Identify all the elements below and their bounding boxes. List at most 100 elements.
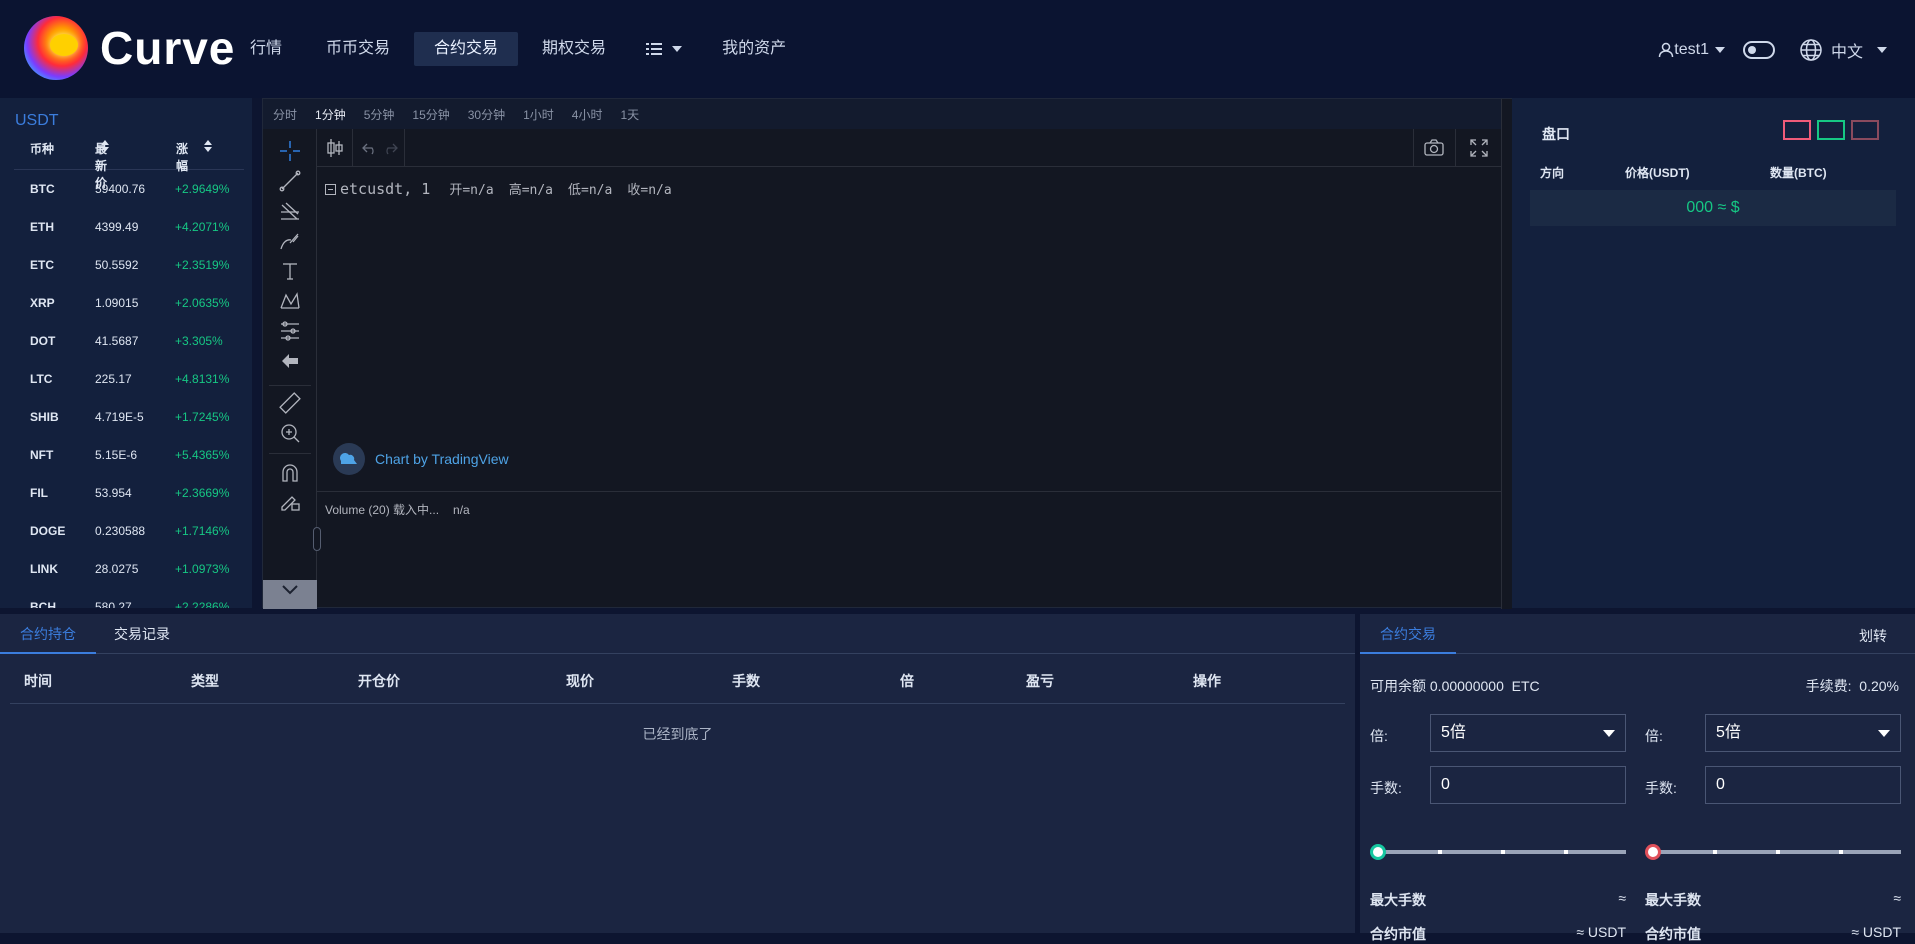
- market-row[interactable]: LINK 28.0275 +1.0973%: [0, 550, 252, 588]
- trend-line-icon[interactable]: [278, 169, 302, 193]
- tab-contract-positions[interactable]: 合约持仓: [0, 614, 96, 654]
- market-list: USDT 币种 最新价 涨幅 BTC 59400.76 +2.9649% ETH 439…: [0, 98, 252, 608]
- nav-item-contract[interactable]: 合约交易: [414, 32, 519, 66]
- change-header-label: 涨幅: [176, 142, 189, 173]
- brush-icon[interactable]: [278, 229, 302, 253]
- market-row[interactable]: XRP 1.09015 +2.0635%: [0, 284, 252, 322]
- legend-close: 收=n/a: [627, 183, 672, 198]
- text-tool-icon[interactable]: [278, 259, 302, 283]
- market-change: +4.2071%: [175, 220, 230, 234]
- legend-open: 开=n/a: [449, 183, 494, 198]
- quote-currency-tab[interactable]: USDT: [15, 112, 59, 130]
- logo[interactable]: Curve: [24, 16, 235, 80]
- market-row[interactable]: LTC 225.17 +4.8131%: [0, 360, 252, 398]
- camera-icon[interactable]: [1423, 138, 1445, 163]
- expand-toolbar-button[interactable]: [263, 580, 317, 609]
- market-price: 28.0275: [95, 562, 139, 576]
- market-row[interactable]: NFT 5.15E-6 +5.4365%: [0, 436, 252, 474]
- fullscreen-icon[interactable]: [1469, 138, 1489, 163]
- user-controls: test1 中文: [1658, 38, 1887, 62]
- slider-handle[interactable]: [1370, 844, 1386, 860]
- interval-5m[interactable]: 5分钟: [364, 106, 395, 123]
- chevron-down-icon: [1877, 47, 1887, 53]
- sell-amount-slider[interactable]: [1645, 844, 1901, 860]
- market-row[interactable]: SHIB 4.719E-5 +1.7245%: [0, 398, 252, 436]
- market-change: +2.3669%: [175, 486, 230, 500]
- positions-tabs: 合约持仓 交易记录: [0, 614, 1355, 654]
- ruler-icon[interactable]: [278, 391, 302, 415]
- market-row[interactable]: DOGE 0.230588 +1.7146%: [0, 512, 252, 550]
- collapse-toolbar-handle[interactable]: [313, 527, 321, 551]
- market-price: 4399.49: [95, 220, 139, 234]
- user-menu[interactable]: test1: [1658, 41, 1725, 59]
- sell-leverage-select[interactable]: 5倍: [1705, 714, 1901, 752]
- sell-lots-input[interactable]: 0: [1705, 766, 1901, 804]
- volume-label: Volume (20) 载入中...: [325, 503, 440, 517]
- book-view-both-icon[interactable]: [1783, 120, 1811, 140]
- nav-item-assets[interactable]: 我的资产: [702, 32, 806, 66]
- zoom-in-icon[interactable]: [278, 421, 302, 445]
- market-price: 53.954: [95, 486, 132, 500]
- buy-lots-input[interactable]: 0: [1430, 766, 1626, 804]
- buy-leverage-select[interactable]: 5倍: [1430, 714, 1626, 752]
- nav-item-options[interactable]: 期权交易: [522, 32, 626, 66]
- crosshair-icon[interactable]: [278, 139, 302, 163]
- tradingview-label: Chart by TradingView: [375, 451, 509, 467]
- chart-type-button[interactable]: [317, 129, 353, 167]
- brand-name: Curve: [100, 22, 236, 74]
- market-symbol: ETH: [30, 220, 54, 234]
- language-menu[interactable]: 中文: [1799, 38, 1887, 62]
- max-lots-row: 最大手数 ≈: [1645, 890, 1901, 910]
- interval-15m[interactable]: 15分钟: [412, 106, 449, 123]
- market-row[interactable]: BTC 59400.76 +2.9649%: [0, 170, 252, 208]
- book-view-toggles: [1783, 120, 1879, 140]
- market-row[interactable]: FIL 53.954 +2.3669%: [0, 474, 252, 512]
- market-price: 0.230588: [95, 524, 146, 538]
- buy-amount-slider[interactable]: [1370, 844, 1626, 860]
- book-view-asks-icon[interactable]: [1851, 120, 1879, 140]
- magnet-icon[interactable]: [278, 461, 302, 485]
- collapse-legend-icon[interactable]: [325, 184, 336, 195]
- market-value-row: 合约市值 ≈ USDT: [1645, 924, 1901, 944]
- market-row[interactable]: DOT 41.5687 +3.305%: [0, 322, 252, 360]
- available-balance: 可用余额 0.00000000 ETC: [1370, 676, 1540, 696]
- slider-handle[interactable]: [1645, 844, 1661, 860]
- legend-symbol: etcusdt, 1: [340, 180, 431, 198]
- side-column-header: 方向: [1540, 166, 1565, 180]
- market-change: +1.7146%: [175, 524, 230, 538]
- trade-panel: 合约交易 划转 可用余额 0.00000000 ETC 手续费: 0.20% 倍…: [1360, 614, 1915, 942]
- positions-table-header: 时间 类型 开仓价 现价 手数 倍 盈亏 操作: [10, 654, 1345, 704]
- chevron-down-icon: [672, 46, 683, 52]
- pattern-tool-icon[interactable]: [278, 289, 302, 313]
- interval-1h[interactable]: 1小时: [523, 106, 554, 123]
- market-row[interactable]: ETC 50.5592 +2.3519%: [0, 246, 252, 284]
- nav-item-market[interactable]: 行情: [230, 32, 302, 66]
- undo-icon[interactable]: [361, 139, 379, 157]
- balance-value: 可用余额 0.00000000: [1370, 678, 1504, 694]
- positions-panel: 合约持仓 交易记录 时间 类型 开仓价 现价 手数 倍 盈亏 操作 已经到底了: [0, 614, 1355, 933]
- redo-icon[interactable]: [381, 139, 399, 157]
- interval-1m[interactable]: 1分钟: [315, 106, 346, 123]
- book-view-bids-icon[interactable]: [1817, 120, 1845, 140]
- list-icon: [646, 43, 663, 55]
- market-row[interactable]: ETH 4399.49 +4.2071%: [0, 208, 252, 246]
- market-row[interactable]: BCH 580.27 +2.2286%: [0, 588, 252, 608]
- interval-30m[interactable]: 30分钟: [468, 106, 505, 123]
- fib-tool-icon[interactable]: [278, 199, 302, 223]
- back-arrow-icon[interactable]: [278, 349, 302, 373]
- interval-1d[interactable]: 1天: [620, 106, 639, 123]
- theme-toggle[interactable]: [1742, 41, 1775, 59]
- prediction-tool-icon[interactable]: [278, 319, 302, 343]
- transfer-button[interactable]: 划转: [1859, 626, 1887, 646]
- interval-4h[interactable]: 4小时: [572, 106, 603, 123]
- nav-item-spot[interactable]: 币币交易: [306, 32, 410, 66]
- more-menu-button[interactable]: [630, 32, 698, 66]
- interval-tick[interactable]: 分时: [273, 106, 297, 123]
- lock-drawing-icon[interactable]: [278, 489, 302, 513]
- top-bar: Curve 行情 币币交易 合约交易 期权交易 我的资产 test1 中文: [0, 0, 1915, 98]
- market-price: 59400.76: [95, 182, 146, 196]
- tab-trade-history[interactable]: 交易记录: [94, 614, 190, 654]
- tradingview-attribution[interactable]: Chart by TradingView: [333, 443, 509, 475]
- tab-contract-trade[interactable]: 合约交易: [1360, 614, 1456, 654]
- leverage-value: 5倍: [1716, 724, 1741, 741]
